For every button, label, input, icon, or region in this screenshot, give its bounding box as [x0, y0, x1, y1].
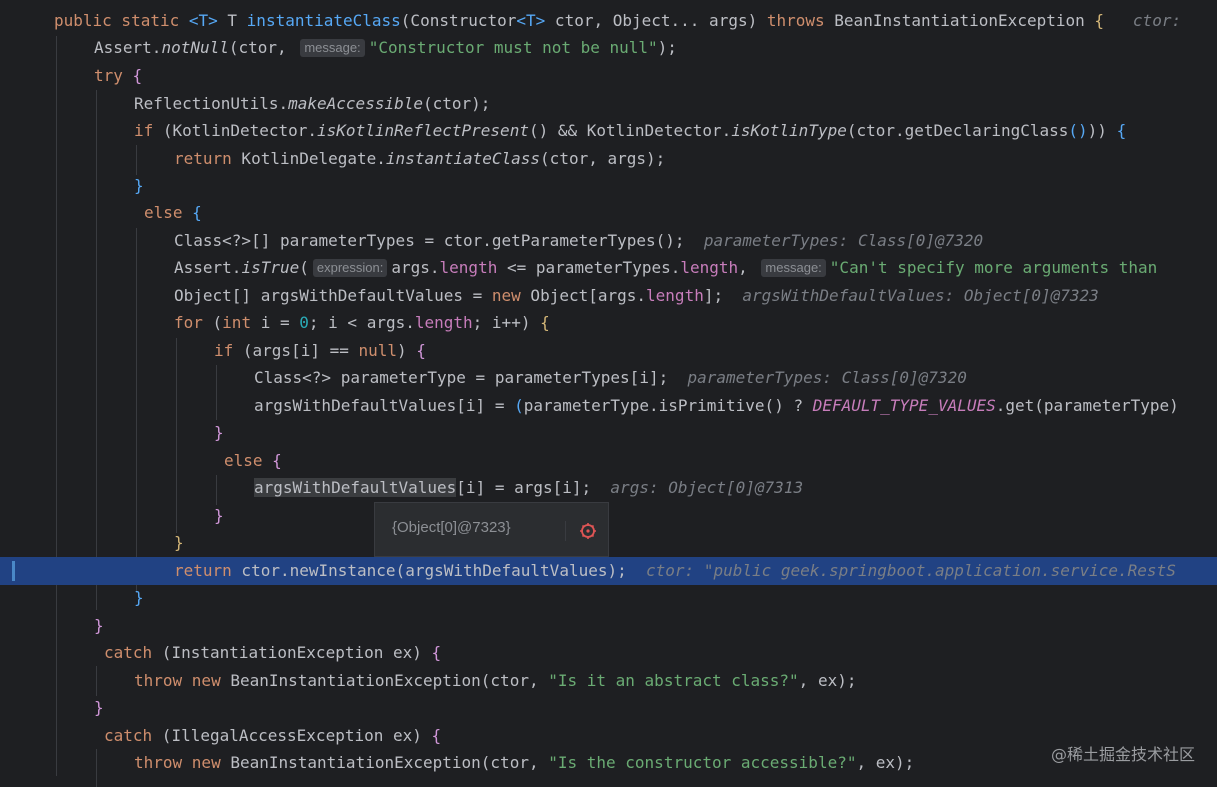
execution-point-line[interactable]: return ctor.newInstance(argsWithDefaultV… — [0, 557, 1217, 585]
variable-value-popup[interactable]: {Object[0]@7323} — [374, 502, 609, 557]
code-line-8[interactable]: else { — [0, 199, 1217, 227]
code-line-12[interactable]: for (int i = 0; i < args.length; i++) { — [0, 309, 1217, 337]
param-hint: message: — [300, 39, 365, 57]
debug-value-hint: argsWithDefaultValues: Object[0]@7323 — [742, 286, 1099, 305]
code-line-24[interactable]: catch (InstantiationException ex) { — [0, 639, 1217, 667]
debug-value-hint: parameterTypes: Class[0]@7320 — [703, 231, 984, 250]
code-line-15[interactable]: argsWithDefaultValues[i] = (parameterTyp… — [0, 392, 1217, 420]
code-line-26[interactable]: } — [0, 694, 1217, 722]
debug-value-hint: ctor: "public geek.springboot.applicatio… — [646, 561, 1176, 580]
code-line-5[interactable]: if (KotlinDetector.isKotlinReflectPresen… — [0, 117, 1217, 145]
code-line-25[interactable]: throw new BeanInstantiationException(cto… — [0, 667, 1217, 695]
popup-value[interactable]: {Object[0]@7323} — [392, 519, 511, 536]
code-line-16[interactable]: } — [0, 419, 1217, 447]
code-line-10[interactable]: Assert.isTrue(expression: args.length <= … — [0, 254, 1217, 282]
popup-divider — [565, 521, 566, 541]
param-hint: message: — [761, 259, 826, 277]
code-line-11[interactable]: Object[] argsWithDefaultValues = new Obj… — [0, 282, 1217, 310]
code-line-2[interactable]: Assert.notNull(ctor, message: "Constructo… — [0, 34, 1217, 62]
debug-value-hint: parameterTypes: Class[0]@7320 — [687, 368, 967, 387]
code-line-4[interactable]: ReflectionUtils.makeAccessible(ctor); — [0, 90, 1217, 118]
inlay-hint: ctor: — [1132, 11, 1182, 30]
code-line-28[interactable]: throw new BeanInstantiationException(cto… — [0, 749, 1217, 777]
code-editor[interactable]: public static <T> T instantiateClass(Con… — [0, 0, 1217, 787]
code-line-9[interactable]: Class<?>[] parameterTypes = ctor.getPara… — [0, 227, 1217, 255]
execution-marker — [12, 561, 15, 581]
watermark: @稀土掘金技术社区 — [1050, 745, 1195, 764]
code-line-23[interactable]: } — [0, 612, 1217, 640]
code-line-17[interactable]: else { — [0, 447, 1217, 475]
param-hint: expression: — [312, 259, 388, 277]
code-line-6[interactable]: return KotlinDelegate.instantiateClass(c… — [0, 145, 1217, 173]
bug-debug-icon[interactable] — [578, 521, 598, 541]
code-line-13[interactable]: if (args[i] == null) { — [0, 337, 1217, 365]
code-line-18[interactable]: argsWithDefaultValues[i] = args[i]; args… — [0, 474, 1217, 502]
code-line-7[interactable]: } — [0, 172, 1217, 200]
code-line-27[interactable]: catch (IllegalAccessException ex) { — [0, 722, 1217, 750]
hovered-variable[interactable]: argsWithDefaultValues — [254, 478, 457, 497]
code-line-14[interactable]: Class<?> parameterType = parameterTypes[… — [0, 364, 1217, 392]
debug-value-hint: args: Object[0]@7313 — [610, 478, 804, 497]
code-line-3[interactable]: try { — [0, 62, 1217, 90]
code-line-22[interactable]: } — [0, 584, 1217, 612]
code-line-1[interactable]: public static <T> T instantiateClass(Con… — [0, 7, 1217, 35]
